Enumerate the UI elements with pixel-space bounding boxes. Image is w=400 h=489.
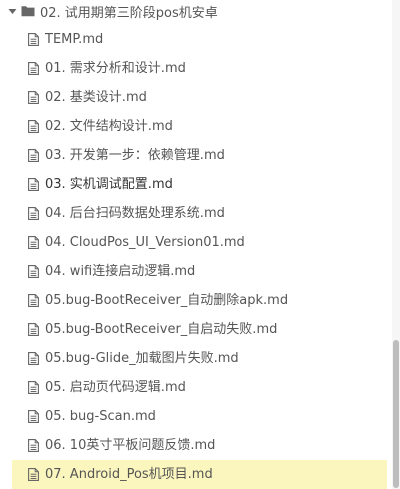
file-item[interactable]: 01. 需求分析和设计.md: [0, 54, 390, 83]
file-item[interactable]: 03. 开发第一步：依赖管理.md: [0, 141, 390, 170]
document-icon: [28, 439, 39, 452]
folder-label: 02. 试用期第三阶段pos机安卓: [40, 5, 218, 21]
file-item-label: 02. 基类设计.md: [45, 90, 147, 105]
document-icon: [28, 352, 39, 365]
file-item[interactable]: 05.bug-Glide_加载图片失败.md: [0, 344, 390, 373]
file-item-label: 05.bug-BootReceiver_自启动失败.md: [45, 322, 278, 337]
file-item[interactable]: TEMP.md: [0, 25, 390, 54]
file-list: TEMP.md 01. 需求分析和设计.md 02. 基类设计.md 02. 文件结构…: [0, 25, 390, 489]
file-item-label: 05. 启动页代码逻辑.md: [45, 380, 186, 395]
file-item-label: 01. 需求分析和设计.md: [45, 61, 186, 76]
file-item[interactable]: 04. wifi连接启动逻辑.md: [0, 257, 390, 286]
file-item[interactable]: 05. 启动页代码逻辑.md: [0, 373, 390, 402]
file-item[interactable]: 04. 后台扫码数据处理系统.md: [0, 199, 390, 228]
document-icon: [28, 236, 39, 249]
file-item[interactable]: 06. 10英寸平板问题反馈.md: [0, 431, 390, 460]
document-icon: [28, 381, 39, 394]
file-item-label: 04. 后台扫码数据处理系统.md: [45, 206, 225, 221]
file-item-label: 05.bug-Glide_加载图片失败.md: [45, 351, 239, 366]
document-icon: [28, 149, 39, 162]
document-icon: [28, 91, 39, 104]
file-item-label: 05.bug-BootReceiver_自动删除apk.md: [45, 293, 289, 308]
document-icon: [28, 265, 39, 278]
file-item-label: 03. 实机调试配置.md: [45, 177, 173, 192]
document-icon: [28, 120, 39, 133]
file-item-label: 03. 开发第一步：依赖管理.md: [45, 148, 225, 163]
file-item[interactable]: 05. bug-Scan.md: [0, 402, 390, 431]
document-icon: [28, 178, 39, 191]
folder-row[interactable]: 02. 试用期第三阶段pos机安卓: [0, 0, 388, 22]
file-item[interactable]: 02. 基类设计.md: [0, 83, 390, 112]
file-item[interactable]: 02. 文件结构设计.md: [0, 112, 390, 141]
file-tree: 02. 试用期第三阶段pos机安卓 TEMP.md 01. 需求分析和设计.md 0…: [0, 0, 400, 489]
file-item-label: 04. wifi连接启动逻辑.md: [45, 264, 196, 279]
file-item-label: 07. Android_Pos机项目.md: [45, 467, 213, 482]
file-item-label: 02. 文件结构设计.md: [45, 119, 173, 134]
folder-icon: [21, 4, 35, 18]
file-item[interactable]: 03. 实机调试配置.md: [0, 170, 390, 199]
document-icon: [28, 294, 39, 307]
document-icon: [28, 62, 39, 75]
document-icon: [28, 33, 39, 46]
document-icon: [28, 207, 39, 220]
file-item[interactable]: 07. Android_Pos机项目.md: [12, 460, 387, 489]
file-item-label: 05. bug-Scan.md: [45, 409, 156, 424]
scrollbar-thumb[interactable]: [393, 340, 399, 488]
document-icon: [28, 410, 39, 423]
caret-down-icon[interactable]: [7, 0, 17, 22]
file-item-label: 06. 10英寸平板问题反馈.md: [45, 438, 216, 453]
file-item[interactable]: 05.bug-BootReceiver_自启动失败.md: [0, 315, 390, 344]
document-icon: [28, 323, 39, 336]
scrollbar-track[interactable]: [392, 0, 400, 489]
file-item[interactable]: 05.bug-BootReceiver_自动删除apk.md: [0, 286, 390, 315]
document-icon: [28, 468, 39, 481]
file-item-label: TEMP.md: [45, 32, 104, 47]
file-item[interactable]: 04. CloudPos_UI_Version01.md: [0, 228, 390, 257]
file-item-label: 04. CloudPos_UI_Version01.md: [45, 235, 245, 250]
